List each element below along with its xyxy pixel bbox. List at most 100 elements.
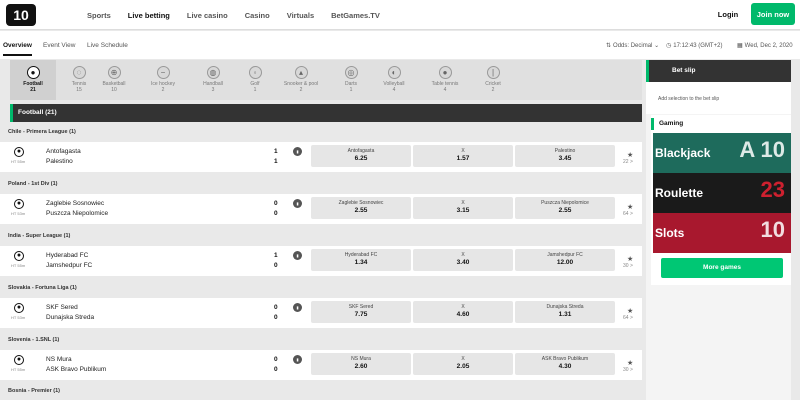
odds-value: 2.05 [456, 363, 470, 370]
nav-betgames-tv[interactable]: BetGames.TV [331, 11, 380, 20]
calendar-icon: ▦ [737, 43, 743, 49]
game-title: Blackjack [655, 146, 711, 160]
more-markets-link[interactable]: 64 > [623, 211, 633, 217]
odds-home-button[interactable]: Hyderabad FC 1.34 [311, 249, 411, 271]
game-title: Roulette [655, 186, 703, 200]
sport-cricket[interactable]: | Cricket 2 [470, 60, 516, 100]
odds-away-button[interactable]: Dunajska Streda 1.31 [515, 301, 615, 323]
sport-ice-hockey[interactable]: − Ice hockey 2 [140, 60, 186, 100]
football-icon: ● [26, 66, 40, 79]
odds-format-label: Odds: Decimal [613, 43, 653, 49]
odds-away-button[interactable]: Palestino 3.45 [515, 145, 615, 167]
login-button[interactable]: Login [713, 5, 743, 23]
game-slots[interactable]: Slots 10 [653, 213, 791, 253]
away-score: 0 [274, 314, 278, 321]
odds-format-select[interactable]: ⇅ Odds: Decimal ⌄ [606, 42, 659, 49]
football-section-header[interactable]: Football (21) [10, 104, 642, 122]
stats-icon[interactable]: ▮ [293, 303, 302, 312]
bet-slip-empty-message: Add selection to the bet slip [646, 82, 791, 114]
favorite-star-icon[interactable]: ★ [627, 359, 633, 367]
tab-event-view[interactable]: Event View [43, 42, 75, 49]
gaming-header: Gaming [651, 117, 791, 131]
favorite-star-icon[interactable]: ★ [627, 203, 633, 211]
nav-casino[interactable]: Casino [245, 11, 270, 20]
more-markets-link[interactable]: 64 > [623, 315, 633, 321]
match-time: HT 53m [11, 211, 26, 216]
match-row[interactable]: ● HT 53m Zaglebie Sosnowiec Puszcza Niep… [0, 194, 642, 224]
odds-home-button[interactable]: Antofagasta 6.25 [311, 145, 411, 167]
odds-draw-button[interactable]: X 2.05 [413, 353, 513, 375]
odds-away-button[interactable]: ASK Bravo Publikum 4.30 [515, 353, 615, 375]
league-header[interactable]: Poland - 1st Div (1) [0, 175, 642, 193]
match-row[interactable]: ● HT 55m Hyderabad FC Jamshedpur FC 1 0 … [0, 246, 642, 276]
away-team: Puszcza Niepolomice [46, 210, 109, 217]
favorite-star-icon[interactable]: ★ [627, 255, 633, 263]
odds-home-button[interactable]: Zaglebie Sosnowiec 2.55 [311, 197, 411, 219]
right-sidebar: Bet slip Add selection to the bet slip G… [646, 60, 791, 400]
nav-sports[interactable]: Sports [87, 11, 111, 20]
odds-home-button[interactable]: NS Mura 2.60 [311, 353, 411, 375]
more-markets-link[interactable]: 30 > [623, 263, 633, 269]
more-markets-link[interactable]: 30 > [623, 367, 633, 373]
football-icon: ● [14, 251, 24, 261]
sport-golf[interactable]: ◦ Golf 1 [232, 60, 278, 100]
sport-count: 1 [253, 87, 257, 93]
stats-icon[interactable]: ▮ [293, 147, 302, 156]
tab-live-schedule[interactable]: Live Schedule [87, 42, 128, 49]
nav-virtuals[interactable]: Virtuals [287, 11, 314, 20]
more-markets-link[interactable]: 22 > [623, 159, 633, 165]
match-row[interactable]: ● HT 55m NS Mura ASK Bravo Publikum 0 0 … [0, 350, 642, 380]
bet-slip-header[interactable]: Bet slip [646, 60, 791, 82]
odds-home-button[interactable]: SKF Sered 7.75 [311, 301, 411, 323]
favorite-star-icon[interactable]: ★ [627, 307, 633, 315]
sport-basketball[interactable]: ⊕ Basketball 10 [91, 60, 137, 100]
nav-live-betting[interactable]: Live betting [128, 11, 170, 20]
sport-table-tennis[interactable]: ● Table tennis 4 [422, 60, 468, 100]
date-display: ▦ Wed, Dec 2, 2020 [737, 42, 793, 49]
brand-logo[interactable]: 10 [6, 4, 36, 26]
sport-snooker-pool[interactable]: ▴ Snooker & pool 2 [278, 60, 324, 100]
sport-football[interactable]: ● Football 21 [10, 60, 56, 100]
stats-icon[interactable]: ▮ [293, 199, 302, 208]
odds-value: 12.00 [556, 259, 574, 266]
league-header[interactable]: Slovakia - Fortuna Liga (1) [0, 279, 642, 297]
odds-draw-button[interactable]: X 3.40 [413, 249, 513, 271]
away-score: 1 [274, 158, 278, 165]
odds-icon: ⇅ [606, 43, 612, 49]
league-header[interactable]: Bosnia - Premier (1) [0, 382, 642, 400]
stats-icon[interactable]: ▮ [293, 355, 302, 364]
odds-away-button[interactable]: Puszcza Niepolomice 2.55 [515, 197, 615, 219]
league-header[interactable]: Slovenia - 1.SNL (1) [0, 331, 642, 349]
favorite-star-icon[interactable]: ★ [627, 151, 633, 159]
sport-darts[interactable]: ◎ Darts 1 [328, 60, 374, 100]
sport-handball[interactable]: ◍ Handball 3 [190, 60, 236, 100]
game-roulette[interactable]: Roulette 23 [653, 173, 791, 213]
football-icon: ● [14, 355, 24, 365]
game-blackjack[interactable]: Blackjack A 10 [653, 133, 791, 173]
sport-count: 3 [211, 87, 215, 93]
odds-away-button[interactable]: Jamshedpur FC 12.00 [515, 249, 615, 271]
sport-volleyball[interactable]: ◐ Volleyball 4 [371, 60, 417, 100]
home-team: NS Mura [46, 356, 72, 363]
main-menu: Sports Live betting Live casino Casino V… [87, 0, 397, 30]
away-team: Jamshedpur FC [46, 262, 93, 269]
match-row[interactable]: ● HT 53m SKF Sered Dunajska Streda 0 0 ▮… [0, 298, 642, 328]
match-time: HT 55m [11, 159, 26, 164]
league-header[interactable]: Chile - Primera League (1) [0, 123, 642, 141]
odds-value: 3.40 [456, 259, 470, 266]
tab-overview[interactable]: Overview [3, 42, 32, 56]
more-games-button[interactable]: More games [661, 258, 783, 278]
sport-count: 2 [491, 87, 495, 93]
nav-live-casino[interactable]: Live casino [187, 11, 228, 20]
odds-value: 2.55 [558, 207, 572, 214]
odds-value: 1.57 [456, 155, 470, 162]
sub-navigation: Overview Event View Live Schedule ⇅ Odds:… [0, 31, 800, 59]
league-header[interactable]: India - Super League (1) [0, 227, 642, 245]
odds-draw-button[interactable]: X 3.15 [413, 197, 513, 219]
match-row[interactable]: ● HT 55m Antofagasta Palestino 1 1 ▮ Ant… [0, 142, 642, 172]
join-now-button[interactable]: Join now [751, 3, 795, 25]
stats-icon[interactable]: ▮ [293, 251, 302, 260]
away-score: 0 [274, 366, 278, 373]
odds-draw-button[interactable]: X 1.57 [413, 145, 513, 167]
odds-draw-button[interactable]: X 4.60 [413, 301, 513, 323]
